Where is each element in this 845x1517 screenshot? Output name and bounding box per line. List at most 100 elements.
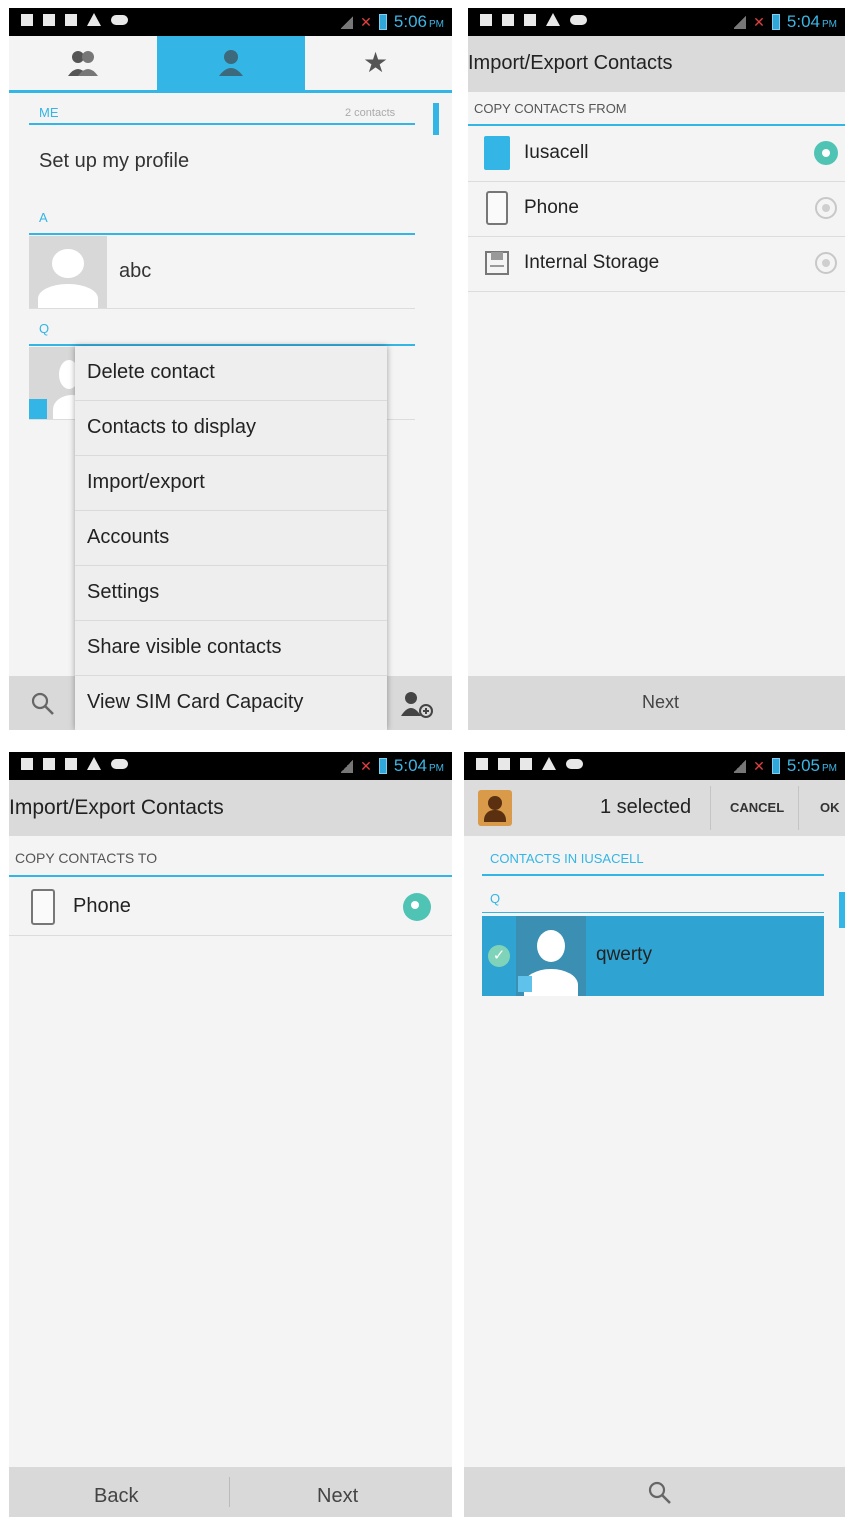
signal-icon (734, 759, 747, 773)
source-row-phone[interactable]: Phone (468, 181, 845, 236)
add-contact-icon[interactable] (399, 690, 435, 720)
next-button[interactable]: Next (317, 1485, 358, 1508)
tab-contacts[interactable] (157, 36, 305, 90)
menu-item-view-sim-capacity[interactable]: View SIM Card Capacity (75, 676, 387, 730)
status-time: 5:06 PM (393, 12, 444, 31)
menu-item-share-visible-contacts[interactable]: Share visible contacts (75, 621, 387, 676)
radio-unselected-icon[interactable] (815, 252, 837, 274)
section-q-header: Q (39, 321, 50, 336)
sim-card-icon (484, 136, 510, 170)
status-indicators: ✕ 5:04 PM (341, 756, 444, 776)
signal-icon (341, 759, 354, 773)
me-header: ME (39, 105, 59, 120)
warning-icon (87, 757, 101, 770)
no-sim-icon: ✕ (753, 13, 765, 30)
signal-icon (734, 15, 747, 29)
avatar (29, 236, 107, 308)
setup-profile-item[interactable]: Set up my profile (39, 150, 189, 173)
contacts-count: 2 contacts (345, 107, 396, 119)
cancel-button[interactable]: CANCEL (730, 800, 784, 815)
page-title: Import/Export Contacts (468, 52, 673, 74)
scrollbar[interactable] (839, 892, 845, 928)
status-bar: ✕ 5:05 PM (464, 752, 845, 780)
contacts-screen: ✕ 5:06 PM ★ ME 2 contacts Set up my profi… (9, 8, 452, 730)
usb-icon (43, 13, 55, 26)
notification-icons (480, 13, 587, 26)
radio-unselected-icon[interactable] (815, 197, 837, 219)
warning-icon (87, 13, 101, 26)
no-sim-icon: ✕ (360, 757, 372, 774)
menu-item-accounts[interactable]: Accounts (75, 511, 387, 566)
action-bar: Import/Export Contacts (468, 36, 845, 92)
sd-card-icon (65, 13, 77, 26)
battery-icon (771, 14, 780, 30)
usb-icon (502, 13, 514, 26)
signal-icon (341, 15, 354, 29)
row-divider (468, 291, 845, 292)
row-divider (9, 935, 452, 936)
contacts-header-divider (482, 874, 824, 876)
checkmark-icon: ✓ (488, 945, 510, 967)
groups-icon (68, 51, 98, 76)
scrollbar[interactable] (433, 103, 439, 135)
import-export-target-screen: ✕ 5:04 PM Import/Export Contacts COPY CON… (9, 752, 452, 1517)
status-time: 5:04 PM (786, 12, 837, 31)
tab-groups[interactable] (9, 36, 157, 90)
sd-card-icon (520, 757, 532, 770)
target-label: Phone (73, 895, 131, 917)
contact-abc[interactable]: abc (119, 260, 151, 283)
ok-button[interactable]: OK (820, 800, 840, 815)
sim-card-icon (29, 399, 47, 419)
status-indicators: ✕ 5:06 PM (341, 12, 444, 32)
warning-icon (546, 13, 560, 26)
status-time: 5:05 PM (786, 756, 837, 775)
source-label: Internal Storage (524, 252, 660, 273)
storage-icon (485, 251, 509, 275)
contacts-in-iusacell-header: CONTACTS IN IUSACELL (490, 851, 644, 866)
action-divider (798, 786, 799, 830)
menu-item-contacts-to-display[interactable]: Contacts to display (75, 401, 387, 456)
wifi-icon (21, 13, 33, 26)
sd-card-icon (65, 757, 77, 770)
menu-item-settings[interactable]: Settings (75, 566, 387, 621)
search-icon[interactable] (648, 1481, 672, 1505)
back-button[interactable]: Back (94, 1485, 138, 1508)
status-indicators: ✕ 5:04 PM (734, 12, 837, 32)
wifi-icon (480, 13, 492, 26)
selected-contact-row[interactable]: ✓ qwerty (482, 916, 824, 996)
sd-card-icon (524, 13, 536, 26)
status-indicators: ✕ 5:05 PM (734, 756, 837, 776)
import-export-source-screen: ✕ 5:04 PM Import/Export Contacts COPY CON… (468, 8, 845, 730)
phone-icon (486, 191, 508, 225)
battery-icon (378, 758, 387, 774)
search-icon[interactable] (31, 692, 55, 716)
source-row-internal-storage[interactable]: Internal Storage (468, 236, 845, 291)
cloud-icon (566, 758, 583, 769)
target-row-phone[interactable]: Phone (9, 877, 452, 935)
select-contacts-screen: ✕ 5:05 PM 1 selected CANCEL OK CONTACTS I… (464, 752, 845, 1517)
menu-item-import-export[interactable]: Import/export (75, 456, 387, 511)
copy-to-header: COPY CONTACTS TO (15, 850, 158, 866)
source-row-iusacell[interactable]: Iusacell (468, 126, 845, 181)
usb-icon (498, 757, 510, 770)
next-button[interactable]: Next (642, 692, 679, 713)
bottom-action-bar (464, 1467, 845, 1517)
page-title: Import/Export Contacts (9, 796, 224, 819)
status-time: 5:04 PM (393, 756, 444, 775)
star-icon: ★ (363, 47, 389, 78)
notification-icons (21, 757, 128, 770)
overflow-menu: Delete contact Contacts to display Impor… (75, 346, 387, 730)
battery-icon (378, 14, 387, 30)
warning-icon (542, 757, 556, 770)
section-q-header: Q (490, 891, 501, 906)
cloud-icon (111, 758, 128, 769)
radio-selected-icon[interactable] (814, 141, 838, 165)
radio-selected-icon[interactable] (403, 893, 431, 921)
action-bar: Import/Export Contacts (9, 780, 452, 836)
wifi-icon (21, 757, 33, 770)
tab-favorites[interactable]: ★ (305, 36, 452, 90)
section-a-header: A (39, 210, 48, 225)
phone-icon (31, 889, 55, 925)
selection-count-dropdown[interactable]: 1 selected (600, 796, 691, 819)
menu-item-delete-contact[interactable]: Delete contact (75, 346, 387, 401)
